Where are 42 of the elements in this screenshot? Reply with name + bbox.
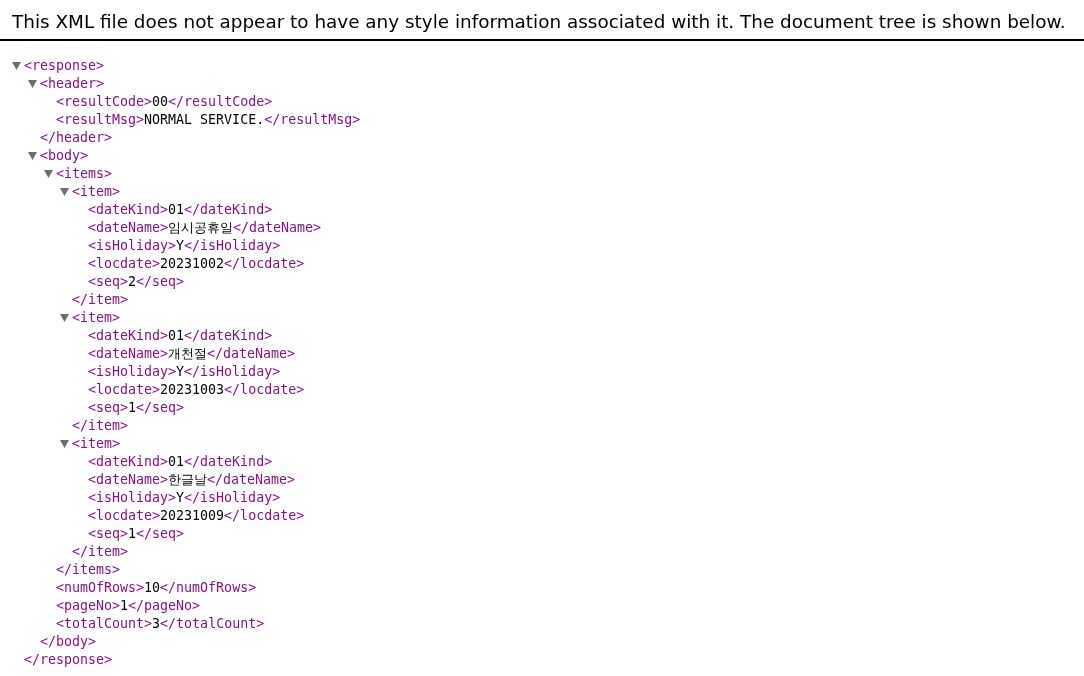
- collapse-triangle-icon[interactable]: [28, 80, 37, 88]
- xml-element-line: <seq>2</seq>: [88, 273, 185, 291]
- xml-element-line: <dateKind>01</dateKind>: [88, 201, 273, 219]
- xml-element-line: <resultCode>00</resultCode>: [56, 93, 273, 111]
- xml-element-line: <isHoliday>Y</isHoliday>: [88, 363, 281, 381]
- collapse-triangle-icon[interactable]: [60, 440, 69, 448]
- xml-close-tag: </item>: [72, 543, 129, 561]
- xml-element-line: <seq>1</seq>: [88, 399, 185, 417]
- collapse-triangle-icon[interactable]: [12, 62, 21, 70]
- xml-element-line: <resultMsg>NORMAL SERVICE.</resultMsg>: [56, 111, 361, 129]
- xml-element-line: <isHoliday>Y</isHoliday>: [88, 489, 281, 507]
- xml-element-line: <dateName>개천절</dateName>: [88, 345, 296, 363]
- xml-close-tag: </item>: [72, 417, 129, 435]
- xml-open-tag: <header>: [40, 75, 105, 93]
- xml-element-line: <pageNo>1</pageNo>: [56, 597, 201, 615]
- xml-close-tag: </response>: [24, 651, 113, 669]
- xml-element-line: <locdate>20231002</locdate>: [88, 255, 305, 273]
- collapse-triangle-icon[interactable]: [60, 314, 69, 322]
- xml-open-tag: <item>: [72, 435, 121, 453]
- xml-open-tag: <items>: [56, 165, 113, 183]
- xml-open-tag: <item>: [72, 183, 121, 201]
- xml-element-line: <totalCount>3</totalCount>: [56, 615, 265, 633]
- xml-element-line: <dateKind>01</dateKind>: [88, 327, 273, 345]
- collapse-triangle-icon[interactable]: [60, 188, 69, 196]
- xml-open-tag: <response>: [24, 57, 105, 75]
- xml-open-tag: <body>: [40, 147, 89, 165]
- xml-element-line: <locdate>20231009</locdate>: [88, 507, 305, 525]
- xml-element-line: <locdate>20231003</locdate>: [88, 381, 305, 399]
- xml-element-line: <dateKind>01</dateKind>: [88, 453, 273, 471]
- xml-close-tag: </item>: [72, 291, 129, 309]
- xml-open-tag: <item>: [72, 309, 121, 327]
- xml-element-line: <isHoliday>Y</isHoliday>: [88, 237, 281, 255]
- xml-close-tag: </header>: [40, 129, 113, 147]
- xml-element-line: <dateName>한글날</dateName>: [88, 471, 296, 489]
- collapse-triangle-icon[interactable]: [28, 152, 37, 160]
- no-style-info-text: This XML file does not appear to have any style information associated with it. The document tree is shown below.: [0, 8, 1084, 41]
- xml-close-tag: </items>: [56, 561, 121, 579]
- xml-close-tag: </body>: [40, 633, 97, 651]
- xml-element-line: <dateName>임시공휴일</dateName>: [88, 219, 322, 237]
- xml-element-line: <numOfRows>10</numOfRows>: [56, 579, 257, 597]
- collapse-triangle-icon[interactable]: [44, 170, 53, 178]
- xml-element-line: <seq>1</seq>: [88, 525, 185, 543]
